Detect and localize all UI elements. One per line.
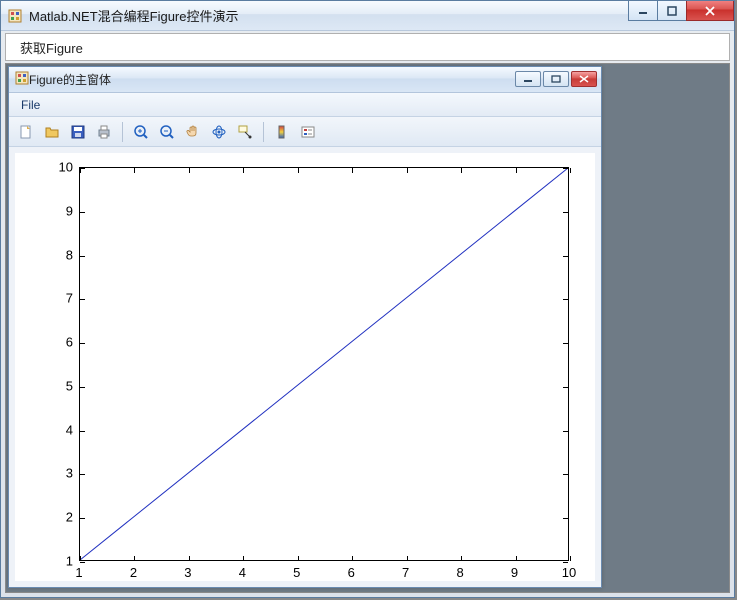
minimize-button[interactable] [628,1,658,21]
line-series [80,168,568,560]
ytick-label: 9 [49,203,73,218]
zoom-in-icon[interactable] [130,121,152,143]
xtick-label: 7 [402,565,409,580]
main-title: Matlab.NET混合编程Figure控件演示 [29,6,238,25]
xtick-label: 10 [562,565,576,580]
pan-hand-icon[interactable] [182,121,204,143]
ytick-label: 6 [49,335,73,350]
ytick-label: 5 [49,378,73,393]
app-icon [7,8,23,24]
child-window-controls [515,71,597,87]
xtick-label: 2 [130,565,137,580]
xtick-label: 9 [511,565,518,580]
main-window: Matlab.NET混合编程Figure控件演示 获取Figure [0,0,735,598]
main-titlebar[interactable]: Matlab.NET混合编程Figure控件演示 [1,1,734,31]
xtick-label: 3 [184,565,191,580]
axes [79,167,569,561]
ytick-label: 3 [49,466,73,481]
main-menubar: 获取Figure [5,33,730,61]
save-icon[interactable] [67,121,89,143]
main-window-controls [629,1,734,21]
child-title: Figure的主窗体 [29,71,111,88]
maximize-button[interactable] [657,1,687,21]
toolbar-separator [122,122,123,142]
xtick-label: 6 [348,565,355,580]
child-minimize-button[interactable] [515,71,541,87]
zoom-out-icon[interactable] [156,121,178,143]
menu-file[interactable]: File [17,96,44,114]
xtick-label: 1 [75,565,82,580]
child-titlebar[interactable]: Figure的主窗体 [9,67,601,93]
ytick-label: 10 [49,160,73,175]
close-button[interactable] [686,1,734,21]
data-cursor-icon[interactable] [234,121,256,143]
xtick-label: 8 [456,565,463,580]
open-folder-icon[interactable] [41,121,63,143]
menu-get-figure[interactable]: 获取Figure [14,34,89,61]
child-app-icon [15,71,29,88]
new-file-icon[interactable] [15,121,37,143]
plot-area[interactable]: 1 2 3 4 5 6 7 8 9 10 1 2 3 4 5 6 7 8 9 10 [15,153,595,581]
insert-colorbar-icon[interactable] [271,121,293,143]
figure-child-window: Figure的主窗体 File [8,66,602,588]
figure-toolbar [9,117,601,147]
ytick-label: 1 [49,554,73,569]
child-menubar: File [9,93,601,117]
print-icon[interactable] [93,121,115,143]
ytick-label: 4 [49,422,73,437]
ytick-label: 8 [49,247,73,262]
mdi-client-area: Figure的主窗体 File [5,63,730,593]
insert-legend-icon[interactable] [297,121,319,143]
child-maximize-button[interactable] [543,71,569,87]
xtick-label: 4 [239,565,246,580]
rotate-3d-icon[interactable] [208,121,230,143]
ytick-label: 7 [49,291,73,306]
child-close-button[interactable] [571,71,597,87]
xtick-label: 5 [293,565,300,580]
ytick-label: 2 [49,510,73,525]
toolbar-separator [263,122,264,142]
